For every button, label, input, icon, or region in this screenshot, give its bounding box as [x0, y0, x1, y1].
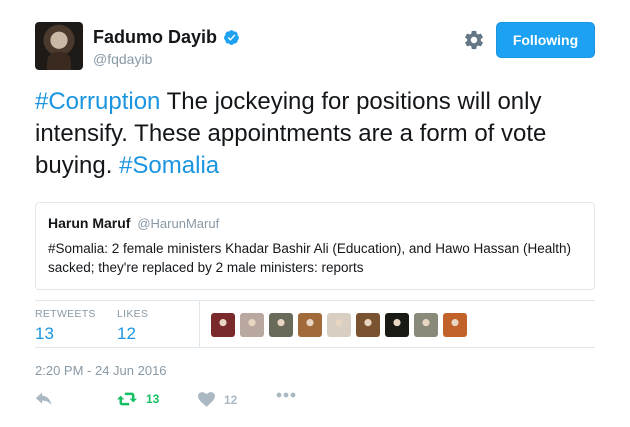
- reply-icon: [35, 392, 52, 406]
- retweets-stat[interactable]: RETWEETS 13: [35, 308, 96, 344]
- likes-stat[interactable]: LIKES 12: [117, 308, 148, 344]
- tweet-text: #Corruption The jockeying for positions …: [35, 86, 600, 182]
- liker-avatar[interactable]: [240, 313, 264, 337]
- tweet-actions: 13 12: [35, 392, 335, 414]
- liker-avatar[interactable]: [269, 313, 293, 337]
- retweets-label: RETWEETS: [35, 308, 96, 320]
- liker-avatar[interactable]: [385, 313, 409, 337]
- author-handle[interactable]: @fqdayib: [93, 51, 152, 67]
- likes-label: LIKES: [117, 308, 149, 320]
- liker-avatar[interactable]: [414, 313, 438, 337]
- quoted-tweet-author-handle: @HarunMaruf: [137, 216, 220, 231]
- liker-avatar[interactable]: [443, 313, 467, 337]
- more-button[interactable]: [276, 392, 296, 398]
- gear-icon[interactable]: [463, 29, 485, 51]
- author-display-name[interactable]: Fadumo Dayib: [93, 27, 217, 48]
- retweet-button[interactable]: 13: [117, 392, 159, 406]
- like-button[interactable]: 12: [198, 392, 237, 407]
- liker-avatars: [211, 313, 467, 337]
- hashtag-link[interactable]: #Corruption: [35, 88, 160, 115]
- retweets-count: 13: [35, 324, 54, 343]
- stats-divider: [199, 301, 200, 347]
- tweet-stats: RETWEETS 13 LIKES 12: [35, 300, 595, 348]
- author-name-row[interactable]: Fadumo Dayib: [93, 27, 240, 48]
- following-button[interactable]: Following: [496, 22, 595, 58]
- liker-avatar[interactable]: [327, 313, 351, 337]
- quoted-tweet-author-name: Harun Maruf: [48, 215, 131, 231]
- liker-avatar[interactable]: [356, 313, 380, 337]
- author-avatar[interactable]: [35, 22, 83, 70]
- tweet-timestamp[interactable]: 2:20 PM - 24 Jun 2016: [35, 363, 167, 378]
- more-dots-icon: [276, 392, 296, 398]
- hashtag-link[interactable]: #Somalia: [119, 152, 219, 179]
- verified-badge-icon: [224, 30, 239, 45]
- quoted-tweet-text: #Somalia: 2 female ministers Khadar Bash…: [48, 241, 571, 275]
- quoted-tweet[interactable]: Harun Maruf @HarunMaruf #Somalia: 2 fema…: [35, 202, 595, 290]
- like-count: 12: [224, 392, 238, 407]
- retweet-count: 13: [146, 392, 160, 406]
- reply-button[interactable]: [35, 392, 53, 408]
- liker-avatar[interactable]: [211, 313, 235, 337]
- liker-avatar[interactable]: [298, 313, 322, 337]
- likes-count: 12: [117, 324, 136, 343]
- heart-icon: [198, 392, 215, 407]
- retweet-icon: [117, 392, 137, 406]
- quoted-tweet-header: Harun Maruf @HarunMaruf: [48, 215, 582, 231]
